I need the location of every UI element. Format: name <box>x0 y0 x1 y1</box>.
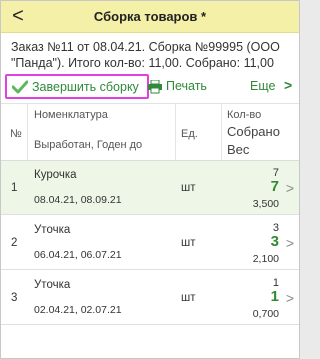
checkmark-icon <box>12 80 28 94</box>
chevron-right-icon: > <box>284 77 293 93</box>
row-weight: 2,100 <box>252 253 279 265</box>
header-divider <box>221 104 222 160</box>
more-label: Еще <box>250 79 276 93</box>
table-row[interactable]: 3 Уточка 02.04.21, 02.07.21 шт 1 1 0,700… <box>1 271 299 325</box>
row-num: 1 <box>11 182 18 194</box>
header-produced: Выработан, Годен до <box>34 139 143 151</box>
printer-icon <box>148 80 162 94</box>
row-unit: шт <box>181 182 196 194</box>
chevron-right-icon: > <box>285 290 294 306</box>
header-divider <box>175 104 176 160</box>
row-num: 2 <box>11 237 18 249</box>
row-dates: 06.04.21, 06.07.21 <box>34 249 122 261</box>
order-info: Заказ №11 от 08.04.21. Сборка №99995 (ОО… <box>11 40 280 70</box>
row-dates: 08.04.21, 08.09.21 <box>34 194 122 206</box>
finish-assembly-button[interactable]: Завершить сборку <box>5 74 149 99</box>
print-label: Печать <box>166 79 207 93</box>
app-window: < Сборка товаров * Заказ №11 от 08.04.21… <box>0 0 300 359</box>
row-qty-collected: 7 <box>270 178 279 195</box>
header-divider <box>27 104 28 160</box>
row-unit: шт <box>181 237 196 249</box>
table-row[interactable]: 1 Курочка 08.04.21, 08.09.21 шт 7 7 3,50… <box>1 161 299 215</box>
header-unit: Ед. <box>181 128 198 140</box>
header-nomenclature: Номенклатура <box>34 109 108 121</box>
finish-assembly-label: Завершить сборку <box>32 80 139 94</box>
header-weight: Вес <box>227 142 250 157</box>
row-name: Уточка <box>34 224 71 236</box>
more-button[interactable]: Еще > <box>250 76 296 98</box>
print-button[interactable]: Печать <box>147 76 227 98</box>
row-qty-collected: 1 <box>270 288 279 305</box>
table-header: № Номенклатура Выработан, Годен до Ед. К… <box>1 103 299 161</box>
chevron-right-icon: > <box>285 180 294 196</box>
header-num: № <box>10 128 22 140</box>
row-unit: шт <box>181 292 196 304</box>
row-qty-collected: 3 <box>270 233 279 250</box>
row-name: Уточка <box>34 279 71 291</box>
empty-area <box>1 327 299 358</box>
row-weight: 3,500 <box>252 198 279 210</box>
header-collected: Собрано <box>227 124 280 139</box>
page-title: Сборка товаров * <box>93 9 207 24</box>
row-weight: 0,700 <box>252 308 279 320</box>
chevron-right-icon: > <box>285 235 294 251</box>
toolbar: Завершить сборку Печать Еще > <box>1 73 299 101</box>
title-bar: < Сборка товаров * <box>1 1 299 33</box>
header-qty: Кол-во <box>227 109 262 121</box>
row-dates: 02.04.21, 02.07.21 <box>34 304 122 316</box>
row-num: 3 <box>11 292 18 304</box>
row-name: Курочка <box>34 169 77 181</box>
table-row[interactable]: 2 Уточка 06.04.21, 06.07.21 шт 3 3 2,100… <box>1 216 299 270</box>
